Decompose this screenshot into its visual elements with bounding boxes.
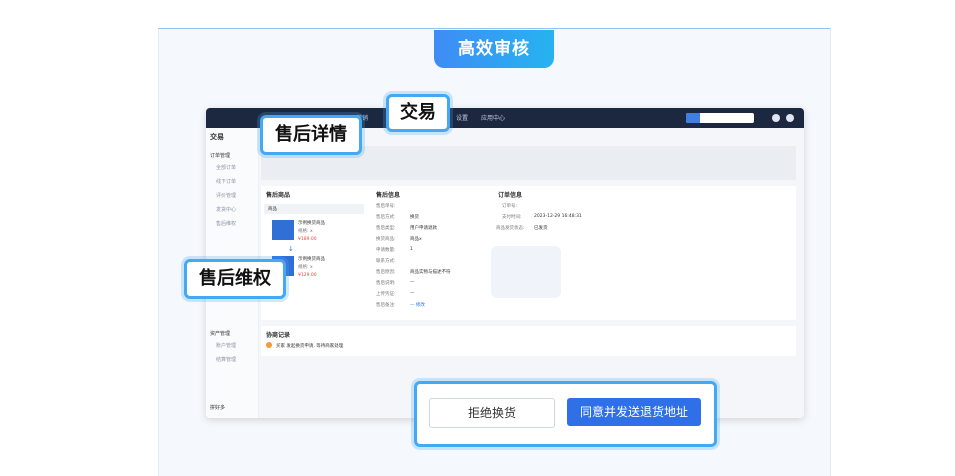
sidebar-item[interactable]: 发货中心: [216, 206, 236, 213]
agree-send-address-button[interactable]: 同意并发送退货地址: [567, 398, 701, 426]
topbar-search-input[interactable]: [686, 113, 754, 123]
order-label: 支付时间:: [502, 215, 522, 220]
sidebar-item-after-sale[interactable]: 售后维权: [216, 220, 236, 227]
info-label: 联系方式:: [376, 259, 396, 264]
info-value: 1: [410, 247, 413, 252]
callout-after-sale-detail: 售后详情: [260, 115, 362, 155]
info-label: 售后单号:: [376, 204, 396, 209]
product-spec: 规格: x: [298, 265, 313, 270]
product-price: ¥129.00: [298, 273, 317, 278]
record-text: 买家 发起换货申请, 等待商家处理: [276, 344, 344, 349]
order-value: 2023-12-29 16:48:31: [534, 214, 582, 219]
product-thumbnail: [272, 220, 294, 240]
info-value: 商品x: [410, 237, 422, 242]
sidebar-item[interactable]: 全部订单: [216, 164, 236, 171]
product-header-label: 商品: [268, 207, 277, 212]
order-label: 商品发货状态:: [496, 226, 525, 231]
info-value[interactable]: — 修改: [410, 302, 425, 308]
callout-trade: 交易: [386, 94, 450, 132]
feature-banner: 高效审核: [434, 30, 554, 68]
section-title-order: 订单信息: [498, 192, 523, 199]
action-bar: 拒绝换货 同意并发送退货地址: [414, 381, 717, 447]
info-value: —: [410, 280, 415, 285]
topbar-item[interactable]: 设置: [456, 113, 468, 122]
info-value: —: [410, 291, 415, 296]
sidebar-group-order[interactable]: 订单管理: [210, 152, 230, 159]
sidebar-item[interactable]: 线下订单: [216, 178, 236, 185]
info-label: 售后原因:: [376, 270, 396, 275]
info-value: 商品实物与描述不符: [410, 270, 451, 275]
info-label: 售后类型:: [376, 226, 396, 231]
placeholder-graphic: [491, 246, 561, 298]
info-value: 换货: [410, 215, 419, 220]
sidebar-item[interactable]: 账户管理: [216, 342, 236, 349]
info-label: 售后备注:: [376, 303, 396, 308]
sidebar-group-assets[interactable]: 资产管理: [210, 330, 230, 337]
section-title-records: 协商记录: [266, 332, 291, 339]
sidebar-item[interactable]: 评价管理: [216, 192, 236, 199]
section-title-info: 售后信息: [376, 192, 401, 199]
info-label: 售后说明:: [376, 281, 396, 286]
info-label: 上传凭证:: [376, 292, 396, 297]
sidebar-item[interactable]: 结算管理: [216, 356, 236, 363]
sidebar-title: 交易: [210, 133, 224, 141]
reject-exchange-button[interactable]: 拒绝换货: [429, 398, 555, 428]
search-icon: [686, 113, 700, 123]
bell-icon[interactable]: [772, 114, 780, 122]
topbar-item[interactable]: 应用中心: [481, 113, 505, 122]
info-label: 申请数量:: [376, 248, 396, 253]
info-label: 售后方式:: [376, 215, 396, 220]
product-name: 示例换货商品: [298, 257, 325, 262]
order-label: 订单号:: [502, 204, 518, 209]
section-title-products: 售后商品: [266, 192, 291, 199]
exchange-arrow-icon: ↓: [288, 245, 294, 253]
product-spec: 规格: x: [298, 229, 313, 234]
product-name: 示例换货商品: [298, 221, 325, 226]
info-label: 换货商品:: [376, 237, 396, 242]
sidebar-footer[interactable]: 拼好多: [210, 404, 225, 411]
callout-after-sale-rights: 售后维权: [184, 259, 286, 299]
record-panel: [261, 326, 796, 356]
order-value: 已发货: [534, 226, 548, 231]
product-price: ¥189.00: [298, 237, 317, 242]
product-table-header: [264, 204, 364, 214]
info-value: 用户申请退款: [410, 226, 437, 231]
record-avatar: [266, 342, 272, 348]
avatar[interactable]: [786, 114, 794, 122]
